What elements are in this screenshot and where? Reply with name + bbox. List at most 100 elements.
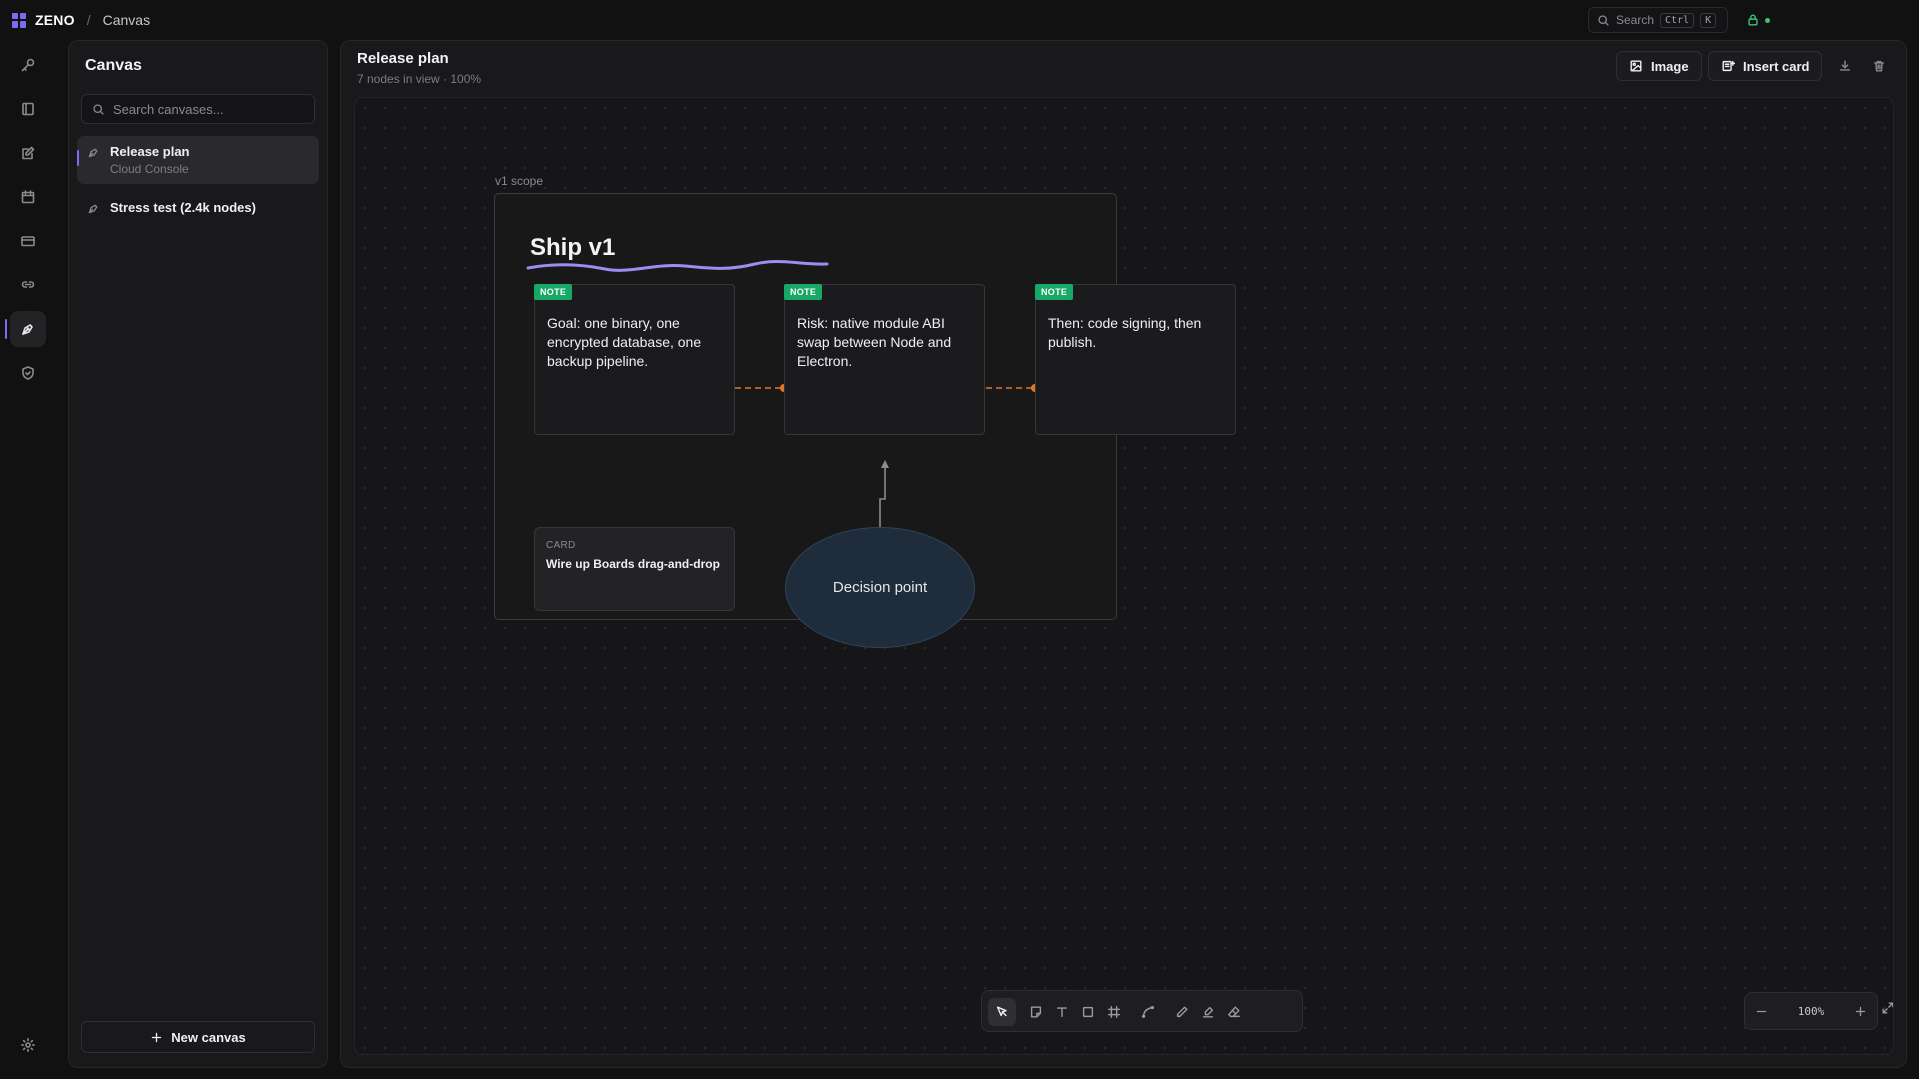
tool-frame[interactable] (1100, 998, 1128, 1026)
pointer-icon (996, 1006, 1007, 1017)
key-icon (21, 58, 35, 72)
pen-nib-icon (88, 148, 98, 158)
pen-nib-icon (88, 204, 98, 214)
breadcrumb: ZENO / Canvas (12, 12, 150, 28)
expand-icon (1882, 1002, 1893, 1014)
fullscreen-button[interactable] (1881, 1001, 1893, 1021)
edit-icon (22, 146, 35, 160)
pen-nib-icon (22, 324, 33, 335)
download-icon (1839, 60, 1851, 71)
rail-item-links[interactable] (10, 267, 46, 303)
shortcut-key-k: K (1700, 12, 1717, 28)
card-kind: CARD (546, 540, 576, 551)
calendar-icon (21, 190, 35, 204)
page-subtitle: 7 nodes in view · 100% (357, 72, 482, 86)
gear-icon (21, 1038, 35, 1052)
canvas-search[interactable] (81, 94, 315, 124)
card-boards-dnd[interactable]: CARD Wire up Boards drag-and-drop (534, 527, 735, 611)
note-text: Then: code signing, then publish. (1048, 315, 1202, 350)
text-icon (1056, 1007, 1068, 1018)
insert-card-button[interactable]: Insert card (1708, 51, 1823, 81)
app-logo-icon (12, 12, 27, 28)
insert-card-label: Insert card (1743, 58, 1810, 74)
connector-decision-risk[interactable] (879, 464, 886, 527)
canvas-item-stress-test[interactable]: Stress test (2.4k nodes) (77, 192, 319, 223)
page-title: Release plan (357, 50, 449, 67)
tool-sticky-note[interactable] (1022, 998, 1050, 1026)
rail-item-cards[interactable] (10, 223, 46, 259)
rail-item-docs[interactable] (10, 91, 46, 127)
tool-connector[interactable] (1134, 998, 1162, 1026)
zoom-in-icon[interactable] (1854, 1005, 1867, 1018)
rail-item-keys[interactable] (10, 47, 46, 83)
rail-item-canvas[interactable] (5, 311, 46, 347)
decision-point-label: Decision point (832, 579, 928, 596)
note-tag: NOTE (534, 284, 573, 300)
global-search-label: Search (1616, 13, 1655, 27)
note-text: Risk: native module ABI swap between Nod… (797, 315, 952, 369)
note-risk[interactable]: NOTE Risk: native module ABI swap betwee… (784, 284, 985, 435)
canvas-toolbar (981, 990, 1303, 1032)
breadcrumb-separator: / (86, 12, 91, 28)
note-goal[interactable]: NOTE Goal: one binary, one encrypted dat… (534, 284, 735, 435)
canvas-search-input[interactable] (113, 101, 303, 117)
rail-item-editor[interactable] (10, 135, 46, 171)
breadcrumb-current[interactable]: Canvas (103, 12, 150, 28)
shortcut-key-ctrl: Ctrl (1660, 12, 1695, 28)
download-button[interactable] (1835, 56, 1855, 76)
canvas-item-release-plan[interactable]: Release plan Cloud Console (77, 136, 319, 184)
sidebar-title: Canvas (85, 57, 142, 74)
lock-icon (1748, 14, 1758, 26)
note-tag: NOTE (1035, 284, 1074, 300)
zoom-level: 100% (1797, 1004, 1825, 1018)
tool-highlighter[interactable] (1194, 998, 1222, 1026)
canvas-board[interactable]: v1 scope Ship v1 NOTE Goal: one binary, … (354, 97, 1894, 1055)
note-then[interactable]: NOTE Then: code signing, then publish. (1035, 284, 1236, 435)
connector-icon (1142, 1006, 1154, 1018)
rail-item-calendar[interactable] (10, 179, 46, 215)
delete-button[interactable] (1869, 56, 1889, 76)
tool-eraser[interactable] (1220, 998, 1248, 1026)
canvas-item-name: Stress test (2.4k nodes) (110, 200, 256, 215)
image-button-label: Image (1651, 58, 1689, 74)
new-canvas-label: New canvas (171, 1029, 246, 1045)
pencil-icon (1176, 1006, 1188, 1018)
global-search-button[interactable]: Search Ctrl K (1588, 7, 1728, 33)
tool-text[interactable] (1048, 998, 1076, 1026)
decision-point-node[interactable]: Decision point (785, 527, 975, 648)
top-bar: ZENO / Canvas Search Ctrl K (0, 0, 1919, 40)
rectangle-icon (1082, 1006, 1094, 1018)
card-title: Wire up Boards drag-and-drop (546, 557, 720, 571)
search-icon (93, 103, 104, 115)
tool-pencil[interactable] (1168, 998, 1196, 1026)
highlighter-icon (1202, 1006, 1214, 1018)
note-tag: NOTE (784, 284, 823, 300)
insert-card-icon (1722, 60, 1735, 72)
zoom-control: 100% (1744, 992, 1878, 1030)
book-icon (22, 102, 34, 116)
search-icon (1598, 14, 1609, 26)
new-canvas-button[interactable]: New canvas (81, 1021, 315, 1053)
vault-status[interactable] (1746, 13, 1770, 27)
plus-icon (152, 1032, 162, 1042)
link-icon (21, 281, 35, 288)
tool-select[interactable] (988, 998, 1016, 1026)
tool-rectangle[interactable] (1074, 998, 1102, 1026)
shield-icon (22, 366, 34, 380)
arrow-head (881, 460, 889, 468)
app-name[interactable]: ZENO (35, 12, 75, 28)
image-button[interactable]: Image (1616, 51, 1702, 81)
image-icon (1630, 60, 1642, 72)
eraser-icon (1228, 1006, 1240, 1018)
canvas-item-subtitle: Cloud Console (110, 162, 189, 176)
canvas-sidebar: Canvas Release plan Cloud Console Stress… (68, 40, 328, 1068)
frame-icon (1108, 1006, 1120, 1018)
zoom-out-icon[interactable] (1755, 1005, 1768, 1018)
rail-item-settings[interactable] (10, 1027, 46, 1063)
rail-item-security[interactable] (10, 355, 46, 391)
sticky-note-icon (1030, 1006, 1042, 1018)
nav-rail (0, 44, 56, 1074)
note-text: Goal: one binary, one encrypted database… (547, 315, 702, 369)
canvas-main: Release plan 7 nodes in view · 100% Imag… (340, 40, 1907, 1068)
card-icon (21, 236, 35, 247)
